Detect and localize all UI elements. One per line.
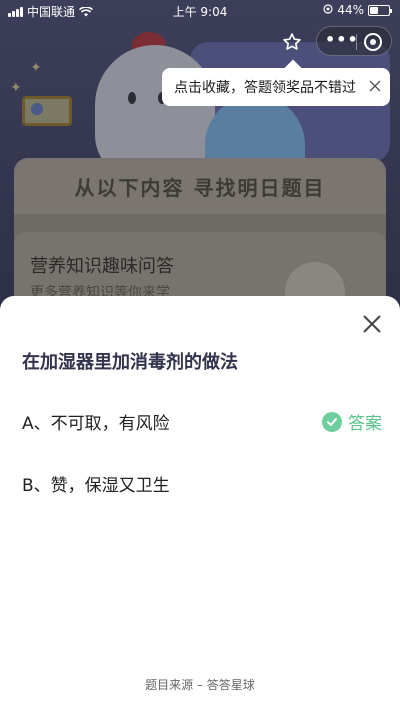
- capsule-divider: [356, 34, 357, 50]
- medal-illustration: [22, 96, 72, 126]
- check-icon: [322, 411, 342, 432]
- mini-program-capsule: •••: [316, 26, 392, 56]
- answer-sheet: 在加湿器里加消毒剂的做法 A、不可取，有风险 答案 B、赞，保湿又卫生 题目来源…: [0, 296, 400, 711]
- sparkle-icon: ✦: [10, 80, 22, 96]
- star-icon: [283, 33, 301, 50]
- more-button[interactable]: •••: [325, 31, 358, 51]
- close-icon: [363, 315, 381, 333]
- exit-icon: [364, 33, 382, 51]
- option-b[interactable]: B、赞，保湿又卫生: [22, 468, 382, 498]
- location-icon: [323, 3, 333, 17]
- sheet-close-button[interactable]: [360, 312, 384, 336]
- question-text: 在加湿器里加消毒剂的做法: [22, 352, 238, 373]
- background-card-title: 从以下内容 寻找明日题目: [14, 158, 386, 214]
- battery-percent: 44%: [337, 3, 364, 17]
- answer-label: 答案: [348, 414, 382, 434]
- exit-button[interactable]: [362, 31, 384, 53]
- status-bar: 中国联通 上午 9:04 44%: [0, 0, 400, 22]
- more-icon: •••: [325, 30, 359, 49]
- question-source: 题目来源 – 答答星球: [145, 678, 255, 692]
- favorite-tooltip: 点击收藏，答题领奖品不错过: [162, 68, 390, 106]
- option-a[interactable]: A、不可取，有风险 答案: [22, 406, 382, 436]
- mascot-eye: [128, 92, 136, 104]
- tooltip-text: 点击收藏，答题领奖品不错过: [174, 80, 356, 96]
- option-label: A、不可取，有风险: [22, 414, 170, 434]
- battery-fill: [370, 6, 378, 14]
- answer-badge: 答案: [322, 409, 382, 434]
- close-icon: [369, 80, 381, 92]
- background-quiz-title: 营养知识趣味问答: [30, 256, 174, 277]
- battery-icon: [368, 4, 392, 16]
- tooltip-close-button[interactable]: [368, 78, 382, 92]
- option-label: B、赞，保湿又卫生: [22, 476, 170, 496]
- favorite-button[interactable]: [278, 28, 306, 56]
- sparkle-icon: ✦: [30, 60, 42, 76]
